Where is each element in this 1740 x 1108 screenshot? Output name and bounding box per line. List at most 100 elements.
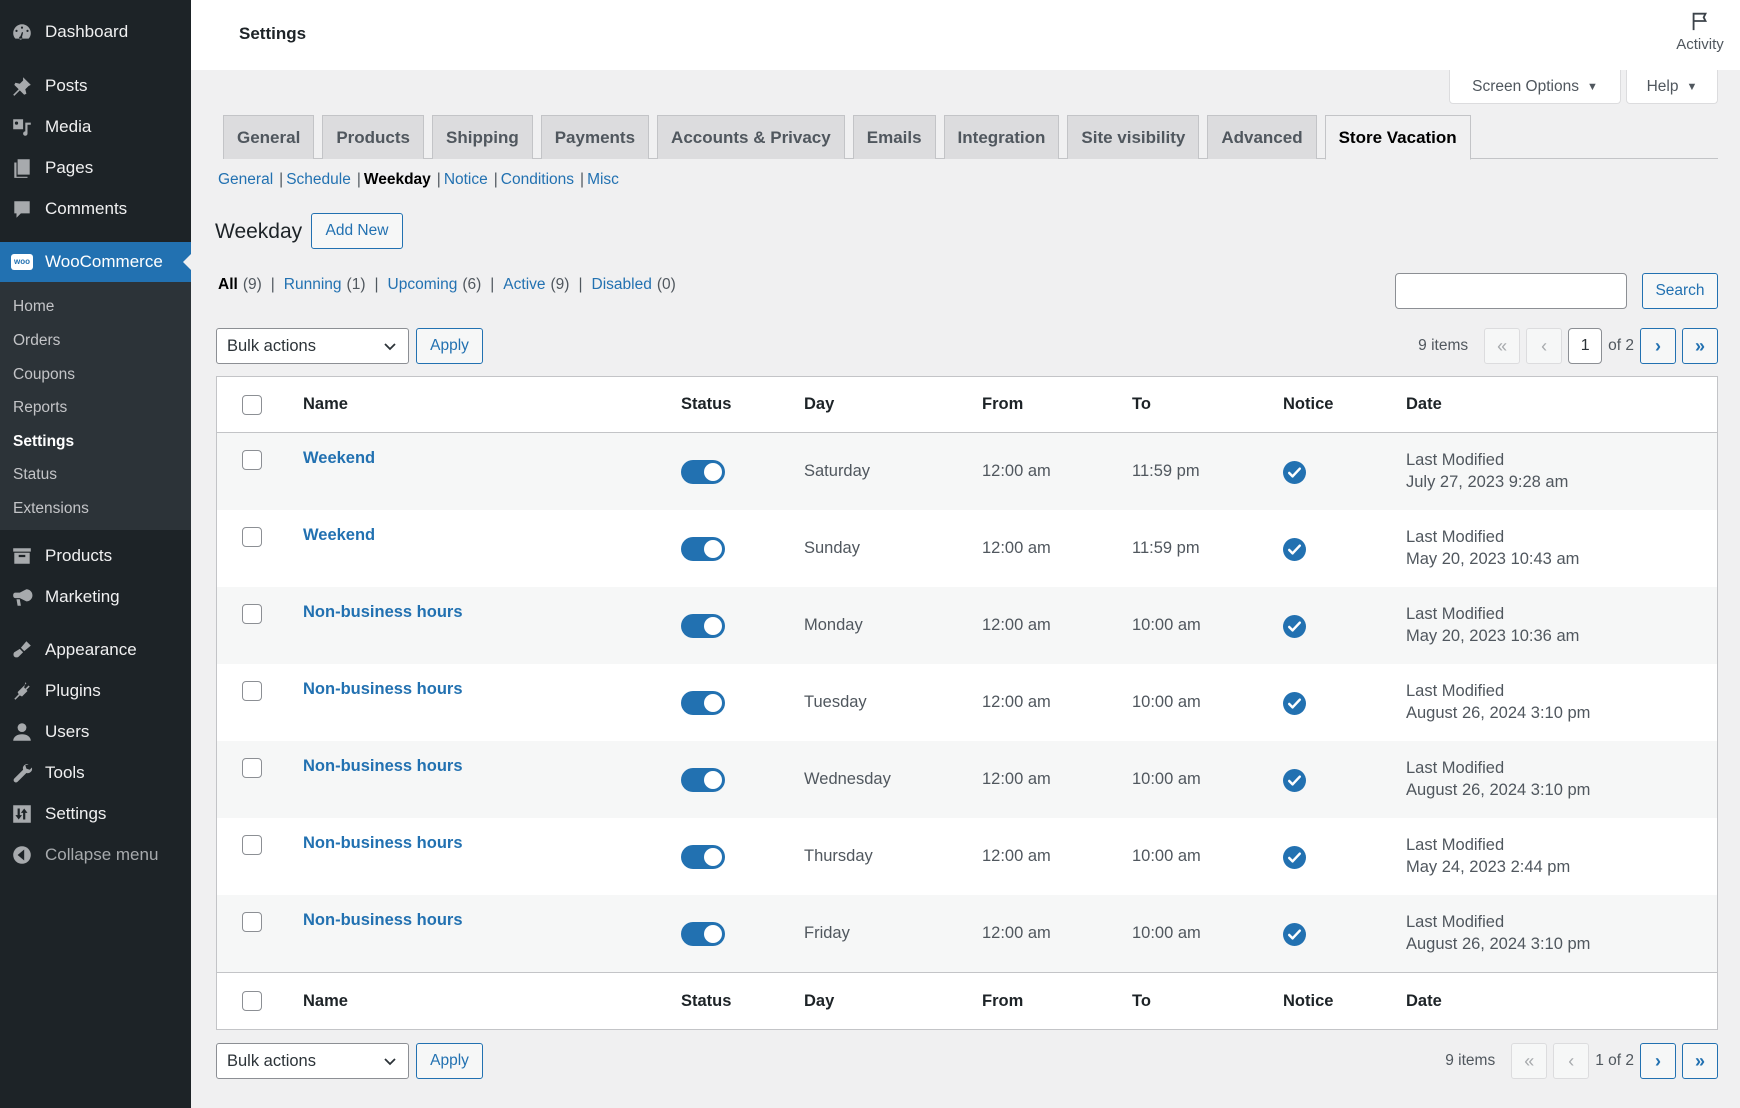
- sidebar-item-settings[interactable]: Settings: [0, 794, 191, 834]
- notice-check-icon: [1283, 538, 1306, 561]
- prev-page-button[interactable]: ‹: [1526, 328, 1563, 364]
- prev-page-button[interactable]: ‹: [1553, 1043, 1590, 1079]
- sidebar-item-tools[interactable]: Tools: [0, 753, 191, 793]
- add-new-button[interactable]: Add New: [311, 213, 403, 249]
- submenu-item-coupons[interactable]: Coupons: [13, 366, 75, 384]
- current-page-input[interactable]: 1: [1568, 328, 1603, 364]
- submenu-item-reports[interactable]: Reports: [13, 399, 67, 417]
- activity-button[interactable]: Activity: [1670, 10, 1730, 53]
- row-checkbox[interactable]: [242, 527, 262, 547]
- subnav-notice[interactable]: Notice: [444, 171, 488, 189]
- sidebar-item-media[interactable]: Media: [0, 107, 191, 147]
- status-toggle[interactable]: [681, 922, 725, 946]
- tab-general[interactable]: General: [223, 115, 315, 159]
- sidebar-item-users[interactable]: Users: [0, 712, 191, 752]
- tab-payments[interactable]: Payments: [540, 115, 650, 159]
- sidebar-item-comments[interactable]: Comments: [0, 189, 191, 229]
- tab-advanced[interactable]: Advanced: [1207, 115, 1317, 159]
- sidebar-item-posts[interactable]: Posts: [0, 66, 191, 106]
- row-checkbox[interactable]: [242, 835, 262, 855]
- status-toggle[interactable]: [681, 768, 725, 792]
- collapse-menu-button[interactable]: Collapse menu: [0, 835, 191, 875]
- date-value: May 20, 2023 10:43 am: [1406, 550, 1580, 568]
- row-checkbox[interactable]: [242, 604, 262, 624]
- submenu-item-orders[interactable]: Orders: [13, 332, 60, 350]
- next-page-button[interactable]: ›: [1640, 1043, 1676, 1079]
- sidebar-item-products[interactable]: Products: [0, 536, 191, 576]
- column-date[interactable]: Date: [1406, 992, 1442, 1011]
- select-all-checkbox-footer[interactable]: [242, 991, 262, 1011]
- status-toggle[interactable]: [681, 460, 725, 484]
- help-button[interactable]: Help ▼: [1626, 70, 1718, 104]
- row-name-link[interactable]: Non-business hours: [303, 603, 463, 622]
- dashboard-icon: [9, 19, 35, 45]
- tab-store-vacation[interactable]: Store Vacation: [1324, 115, 1471, 160]
- bulk-actions-select-bottom[interactable]: Bulk actions: [216, 1043, 409, 1079]
- first-page-button[interactable]: «: [1484, 328, 1521, 364]
- subnav-misc[interactable]: Misc: [587, 171, 619, 189]
- row-name-link[interactable]: Non-business hours: [303, 834, 463, 853]
- row-checkbox[interactable]: [242, 681, 262, 701]
- tab-shipping[interactable]: Shipping: [432, 115, 533, 159]
- subnav-general[interactable]: General: [218, 171, 273, 189]
- search-button[interactable]: Search: [1642, 273, 1718, 309]
- column-status: Status: [681, 991, 732, 1010]
- first-page-button[interactable]: «: [1511, 1043, 1548, 1079]
- submenu-item-settings[interactable]: Settings: [13, 433, 74, 451]
- row-day: Friday: [804, 924, 850, 942]
- sidebar-item-appearance[interactable]: Appearance: [0, 630, 191, 670]
- sidebar-item-marketing[interactable]: Marketing: [0, 577, 191, 617]
- last-page-button[interactable]: »: [1682, 328, 1718, 364]
- column-name[interactable]: Name: [303, 992, 348, 1011]
- filter-disabled[interactable]: Disabled: [592, 276, 652, 294]
- status-toggle[interactable]: [681, 845, 725, 869]
- filter-upcoming[interactable]: Upcoming: [388, 276, 458, 294]
- tab-accounts-privacy[interactable]: Accounts & Privacy: [657, 115, 845, 159]
- sidebar-item-dashboard[interactable]: Dashboard: [0, 12, 191, 52]
- last-page-button[interactable]: »: [1682, 1043, 1718, 1079]
- bulk-actions-select-top[interactable]: Bulk actions: [216, 328, 409, 364]
- row-name-link[interactable]: Weekend: [303, 449, 375, 468]
- items-count: 9 items: [1445, 1052, 1496, 1069]
- row-name-link[interactable]: Non-business hours: [303, 757, 463, 776]
- column-name[interactable]: Name: [303, 395, 348, 414]
- row-name-link[interactable]: Weekend: [303, 526, 375, 545]
- date-label: Last Modified: [1406, 759, 1505, 777]
- row-from: 12:00 am: [982, 693, 1051, 711]
- row-date: Last Modified May 20, 2023 10:43 am: [1406, 526, 1579, 570]
- row-checkbox[interactable]: [242, 758, 262, 778]
- status-toggle[interactable]: [681, 614, 725, 638]
- subnav-weekday[interactable]: Weekday: [364, 171, 431, 189]
- sidebar-item-plugins[interactable]: Plugins: [0, 671, 191, 711]
- filter-all[interactable]: All: [218, 276, 238, 294]
- apply-button-bottom[interactable]: Apply: [416, 1043, 483, 1079]
- select-all-checkbox[interactable]: [242, 395, 262, 415]
- tab-integration[interactable]: Integration: [943, 115, 1060, 159]
- column-date[interactable]: Date: [1406, 395, 1442, 414]
- filter-active[interactable]: Active: [503, 276, 545, 294]
- column-from: From: [982, 395, 1024, 413]
- sidebar-item-woocommerce[interactable]: woo WooCommerce: [0, 242, 191, 282]
- row-name-link[interactable]: Non-business hours: [303, 680, 463, 699]
- filter-running[interactable]: Running: [284, 276, 342, 294]
- submenu-item-extensions[interactable]: Extensions: [13, 500, 89, 518]
- row-name-link[interactable]: Non-business hours: [303, 911, 463, 930]
- search-input[interactable]: [1395, 273, 1627, 309]
- apply-button-top[interactable]: Apply: [416, 328, 483, 364]
- row-to: 10:00 am: [1132, 924, 1201, 942]
- submenu-item-status[interactable]: Status: [13, 466, 57, 484]
- row-checkbox[interactable]: [242, 450, 262, 470]
- subnav-schedule[interactable]: Schedule: [286, 171, 351, 189]
- tab-emails[interactable]: Emails: [852, 115, 936, 159]
- subnav-conditions[interactable]: Conditions: [501, 171, 574, 189]
- screen-options-button[interactable]: Screen Options ▼: [1449, 70, 1621, 104]
- status-toggle[interactable]: [681, 537, 725, 561]
- status-toggle[interactable]: [681, 691, 725, 715]
- tab-products[interactable]: Products: [322, 115, 424, 159]
- row-checkbox[interactable]: [242, 912, 262, 932]
- submenu-item-home[interactable]: Home: [13, 298, 54, 316]
- tab-site-visibility[interactable]: Site visibility: [1067, 115, 1200, 159]
- caret-down-icon: ▼: [1686, 80, 1698, 93]
- next-page-button[interactable]: ›: [1640, 328, 1676, 364]
- sidebar-item-pages[interactable]: Pages: [0, 148, 191, 188]
